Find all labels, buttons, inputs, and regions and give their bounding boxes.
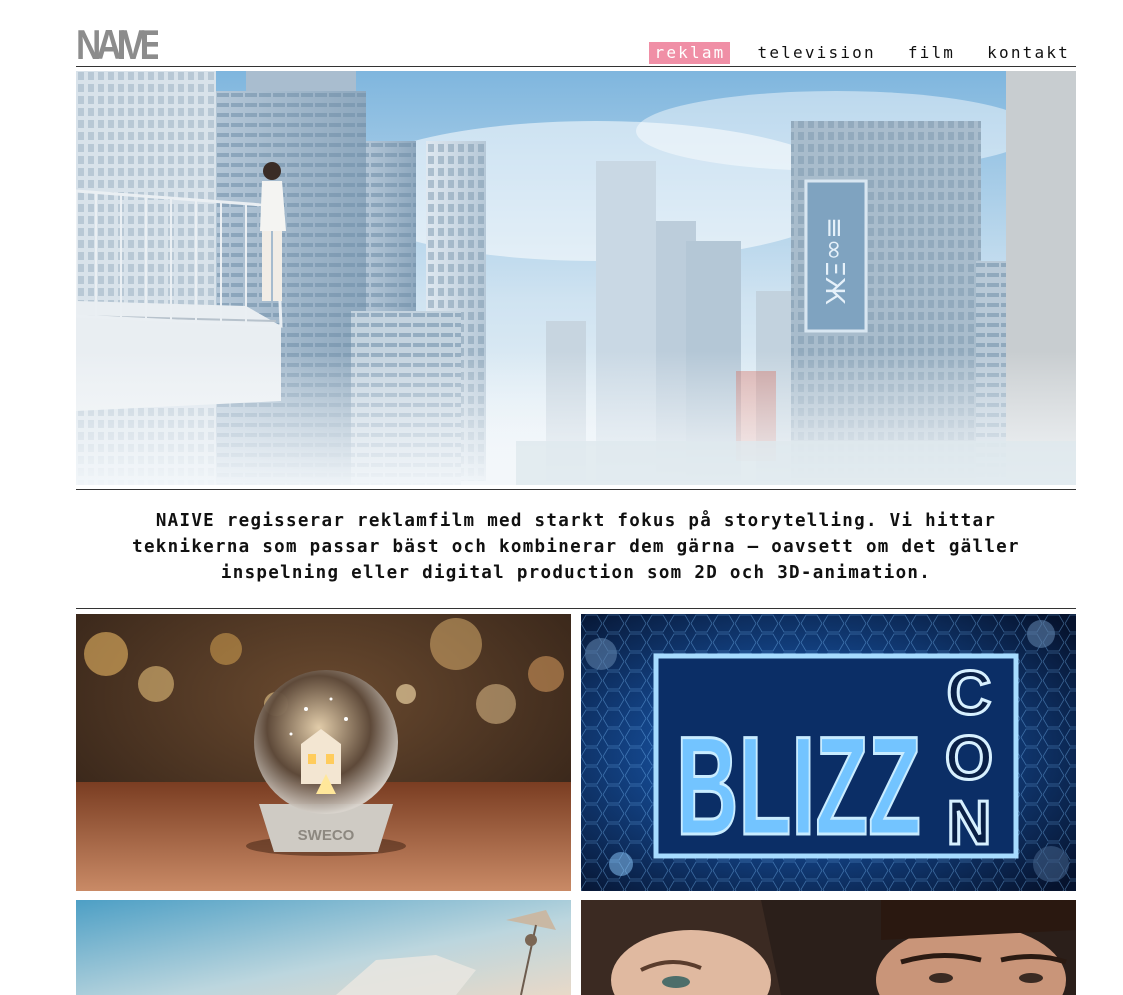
- nav-television[interactable]: television: [752, 42, 880, 64]
- project-thumb-blizzcon[interactable]: BLIZZ C O N: [581, 614, 1076, 891]
- intro-line-3: inspelning eller digital production som …: [220, 563, 932, 583]
- nav-film[interactable]: film: [903, 42, 960, 64]
- project-thumb-traveler[interactable]: [76, 900, 571, 995]
- sweco-label: SWECO: [298, 827, 355, 844]
- hero-divider: [76, 489, 1076, 490]
- intro-divider: [76, 608, 1076, 609]
- hero-sign-text: ≡∞ΞЖ: [819, 217, 849, 305]
- header-divider: [76, 66, 1076, 67]
- intro-line-1: NAIVE regisserar reklamfilm med starkt f…: [155, 511, 997, 531]
- project-thumb-sweco[interactable]: SWECO: [76, 614, 571, 891]
- intro-line-2: teknikerna som passar bäst och kombinera…: [132, 537, 1020, 557]
- naive-logo[interactable]: NAIVE: [76, 25, 158, 61]
- con-letter-o: O: [945, 724, 993, 793]
- blizz-text: BLIZZ: [676, 707, 921, 864]
- project-thumb-portraits[interactable]: [581, 900, 1076, 995]
- intro-text: NAIVE regisserar reklamfilm med starkt f…: [76, 508, 1076, 586]
- logo-text: NAIVE: [76, 25, 158, 61]
- con-letter-c: C: [947, 659, 992, 728]
- hero-image[interactable]: ≡∞ΞЖ: [76, 71, 1076, 485]
- con-letter-n: N: [947, 789, 992, 858]
- nav-reklam[interactable]: reklam: [649, 42, 731, 64]
- nav-kontakt[interactable]: kontakt: [982, 42, 1075, 64]
- main-nav: reklam television film kontakt: [627, 42, 1075, 64]
